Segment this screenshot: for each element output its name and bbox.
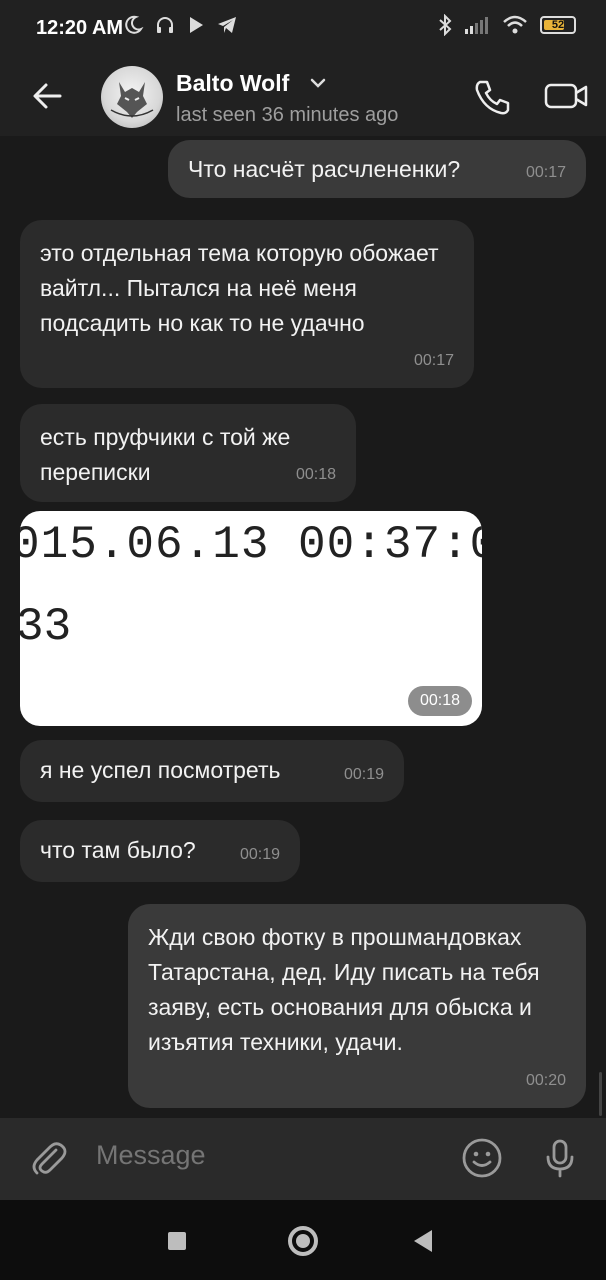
image-text-line1: 015.06.13 00:37:08 п — [20, 519, 482, 571]
scrollbar[interactable] — [599, 1072, 602, 1116]
headphones-icon — [157, 17, 173, 33]
attach-button[interactable] — [26, 1136, 70, 1180]
status-icons-right: 52 — [438, 14, 576, 36]
image-message[interactable]: 015.06.13 00:37:08 п 33 00:18 — [20, 511, 482, 726]
play-icon — [190, 17, 203, 33]
message-text: Что насчёт расчлененки? — [188, 156, 461, 182]
message-bubble[interactable]: Жди свою фотку в прошмандовках Татарстан… — [128, 904, 586, 1108]
moon-icon — [125, 15, 144, 34]
image-text-line2: 33 — [20, 601, 72, 653]
chevron-down-icon[interactable] — [309, 76, 327, 90]
message-time: 00:19 — [343, 766, 384, 783]
home-button[interactable] — [288, 1226, 318, 1256]
message-bubble[interactable]: я не успел посмотреть 00:19 — [20, 740, 404, 802]
message-time: 00:18 — [295, 466, 336, 483]
phone-icon — [475, 80, 510, 115]
message-input-bar — [0, 1118, 606, 1200]
chat-messages[interactable]: Что насчёт расчлененки? 00:17 это отдель… — [0, 136, 606, 1118]
message-time: 00:20 — [525, 1072, 566, 1089]
chat-header: Balto Wolf last seen 36 minutes ago — [0, 60, 606, 136]
message-time: 00:17 — [525, 164, 566, 181]
emoji-button[interactable] — [460, 1136, 504, 1180]
bluetooth-icon — [439, 14, 452, 36]
microphone-icon — [546, 1139, 574, 1178]
battery-level: 52 — [551, 19, 565, 31]
message-text: что там было? — [40, 837, 196, 863]
message-time: 00:17 — [413, 352, 454, 369]
status-icons-left — [122, 14, 238, 36]
message-bubble[interactable]: это отдельная тема которую обожает вайтл… — [20, 220, 474, 388]
message-bubble[interactable]: что там было? 00:19 — [20, 820, 300, 882]
system-navigation-bar — [0, 1200, 606, 1280]
message-text: это отдельная тема которую обожает вайтл… — [40, 240, 439, 336]
video-camera-icon — [544, 83, 588, 109]
status-time: 12:20 AM — [36, 17, 124, 39]
system-back-button[interactable] — [414, 1230, 432, 1252]
message-bubble[interactable]: есть пруфчики с той же переписки 00:18 — [20, 404, 356, 502]
wifi-icon — [503, 15, 527, 34]
status-bar: 12:20 AM 52 — [0, 0, 606, 60]
smiley-icon — [462, 1138, 502, 1178]
message-time: 00:18 — [407, 686, 472, 716]
message-input[interactable] — [96, 1140, 436, 1171]
avatar[interactable] — [101, 66, 163, 128]
microphone-button[interactable] — [538, 1136, 582, 1180]
telegram-icon — [218, 17, 236, 33]
battery-icon: 52 — [540, 16, 576, 34]
message-text: я не успел посмотреть — [40, 757, 281, 783]
wolf-logo-icon — [110, 82, 154, 118]
message-bubble[interactable]: Что насчёт расчлененки? 00:17 — [168, 140, 586, 198]
message-time: 00:19 — [239, 846, 280, 863]
call-button[interactable] — [470, 74, 514, 118]
video-call-button[interactable] — [542, 74, 592, 118]
chat-name[interactable]: Balto Wolf — [176, 70, 289, 97]
signal-icon — [465, 17, 488, 34]
arrow-left-icon — [33, 83, 62, 109]
message-text: Жди свою фотку в прошмандовках Татарстан… — [148, 924, 540, 1055]
back-button[interactable] — [26, 74, 70, 118]
last-seen-status: last seen 36 minutes ago — [176, 104, 399, 126]
recent-apps-button[interactable] — [168, 1232, 186, 1250]
paperclip-icon — [32, 1142, 67, 1175]
